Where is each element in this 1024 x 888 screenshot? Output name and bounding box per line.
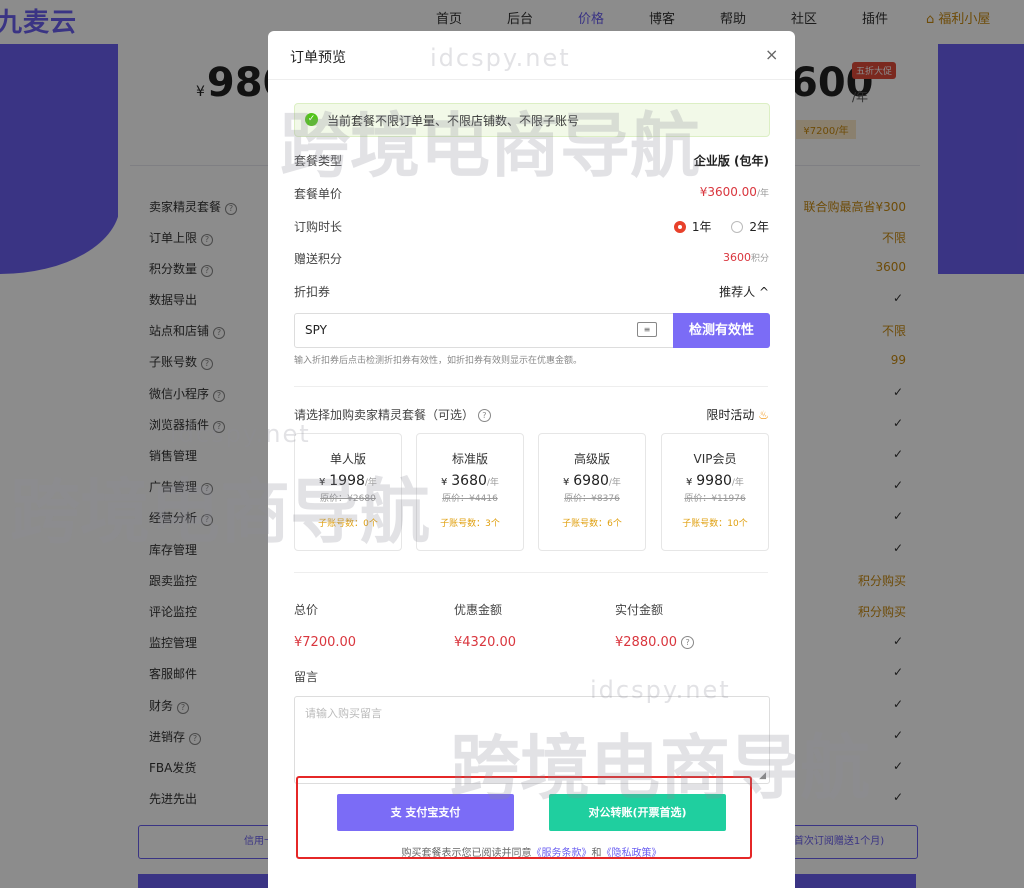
order-preview-modal: 订单预览 × ✓ 当前套餐不限订单量、不限店铺数、不限子账号 套餐类型 企业版 … [268,31,795,888]
modal-title: 订单预览 [290,50,346,66]
tier-name: 标准版 [451,452,488,466]
tier-price-value: 9980 [696,473,732,489]
tier-name: 单人版 [329,452,366,466]
help-icon[interactable]: ? [477,409,491,422]
radio-unchecked-icon [731,221,744,233]
close-icon[interactable]: × [765,45,778,64]
paid-value: ¥2880.00 [615,635,678,650]
note-label: 留言 [294,670,319,684]
tier-yen: ¥ [319,477,326,488]
discount-value: ¥4320.00 [454,635,517,650]
note-textarea[interactable]: 请输入购买留言 ◢ [294,696,770,784]
discount-label: 优惠金额 [454,603,503,617]
duration-option-label: 2年 [749,220,769,234]
tier-name: VIP会员 [693,452,737,466]
limited-offer-label: 限时活动 [706,408,755,422]
check-validity-button[interactable]: 检测有效性 [673,313,770,348]
help-icon[interactable]: ? [681,636,695,649]
referrer-toggle[interactable]: 推荐人 ^ [719,283,769,300]
plan-type-value: 企业版 (包年) [693,154,769,168]
coupon-input[interactable]: SPY ≡ 检测有效性 [294,313,770,348]
section-divider [294,572,768,573]
alert-text: 当前套餐不限订单量、不限店铺数、不限子账号 [327,114,580,128]
tier-yen: ¥ [686,477,693,488]
duration-option-label: 1年 [691,220,712,234]
duration-option-2y[interactable]: 2年 [731,220,769,234]
tier-yen: ¥ [563,477,570,488]
tier-subaccounts: 子账号数：3个 [440,519,500,529]
tier-subaccounts: 子账号数：10个 [682,519,748,529]
info-alert: ✓ 当前套餐不限订单量、不限店铺数、不限子账号 [294,103,770,137]
paid-label: 实付金额 [615,603,664,617]
radio-checked-icon [673,221,686,233]
tier-card-standard[interactable]: 标准版 ¥ 3680/年 原价：¥4416 子账号数：3个 [416,433,524,551]
points-label: 赠送积分 [294,252,343,266]
section-divider [294,386,768,387]
chevron-up-icon: ^ [758,285,769,299]
tier-price-value: 3680 [451,473,487,489]
tier-original-price: 原价：¥2680 [320,494,376,504]
paid-amount: ¥2880.00 ? [615,635,695,650]
note-placeholder: 请输入购买留言 [305,707,382,720]
tier-price: ¥ 9980/年 [662,473,768,489]
duration-options: 1年 2年 [673,218,769,235]
limited-offer: 限时活动 ♨ [706,406,769,423]
tier-price: ¥ 1998/年 [295,473,401,489]
duration-label: 订购时长 [294,220,343,234]
tier-price-value: 6980 [573,473,609,489]
unit-price-value: ¥3600.00 [699,185,757,199]
tier-yen: ¥ [441,477,448,488]
tier-card-vip[interactable]: VIP会员 ¥ 9980/年 原价：¥11976 子账号数：10个 [661,433,769,551]
modal-header-divider [268,79,795,80]
tier-unit: /年 [608,478,621,488]
unit-price-label: 套餐单价 [294,187,343,201]
points-unit: 积分 [750,254,769,264]
coupon-hint: 输入折扣券后点击检测折扣券有效性，如折扣券有效则显示在优惠金额。 [294,356,583,366]
plan-type-label: 套餐类型 [294,154,343,168]
fire-icon: ♨ [758,408,769,422]
coupon-value: SPY [305,323,327,337]
duration-option-1y[interactable]: 1年 [673,220,712,234]
tier-original-price: 原价：¥8376 [564,494,620,504]
tier-subaccounts: 子账号数：0个 [318,519,378,529]
coupon-label: 折扣券 [294,285,331,299]
unit-price: ¥3600.00/年 [700,185,769,199]
points-value: 3600 [722,251,751,264]
highlight-box [296,776,752,859]
tier-card-single[interactable]: 单人版 ¥ 1998/年 原价：¥2680 子账号数：0个 [294,433,402,551]
ticket-icon: ≡ [637,322,657,337]
tier-original-price: 原价：¥4416 [442,494,498,504]
tier-subaccounts: 子账号数：6个 [562,519,622,529]
tier-name: 高级版 [573,452,610,466]
tier-price-value: 1998 [329,473,365,489]
check-circle-icon: ✓ [305,113,318,126]
tier-unit: /年 [364,478,377,488]
tier-unit: /年 [486,478,499,488]
addon-label-text: 请选择加购卖家精灵套餐（可选） [294,408,475,422]
points: 3600积分 [723,250,769,264]
tier-price: ¥ 3680/年 [417,473,523,489]
resize-handle-icon[interactable]: ◢ [759,771,766,781]
referrer-label: 推荐人 [719,285,756,299]
tier-price: ¥ 6980/年 [539,473,645,489]
tier-original-price: 原价：¥11976 [684,494,746,504]
unit-price-unit: /年 [756,189,769,199]
addon-label: 请选择加购卖家精灵套餐（可选） ? [294,406,491,423]
total-value: ¥7200.00 [294,635,357,650]
total-label: 总价 [294,603,319,617]
tier-card-advanced[interactable]: 高级版 ¥ 6980/年 原价：¥8376 子账号数：6个 [538,433,646,551]
tier-unit: /年 [731,478,744,488]
